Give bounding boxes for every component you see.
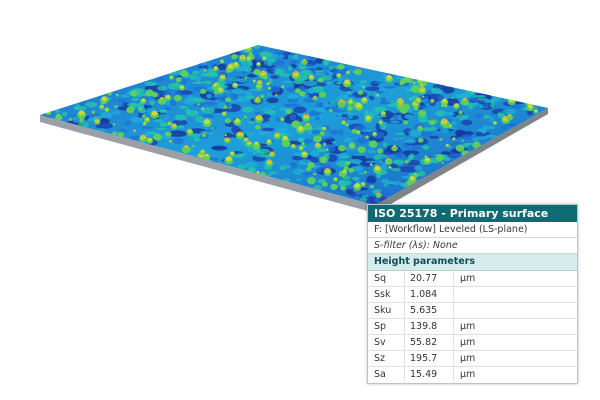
iso-parameters-panel: ISO 25178 - Primary surface F: [Workflow… [367, 204, 578, 384]
param-unit [454, 287, 577, 302]
param-unit [454, 303, 577, 318]
param-unit: µm [460, 353, 476, 364]
param-name: Sa [368, 367, 405, 382]
param-name: Sku [368, 303, 405, 318]
param-value: 1.084 [405, 287, 454, 302]
param-value: 5.635 [405, 303, 454, 318]
param-value: 55.82 [405, 335, 454, 350]
param-name: Sp [368, 319, 405, 334]
param-row: Sp 139.8 µm [368, 319, 577, 335]
param-name: Sv [368, 335, 405, 350]
s-filter-line: S-filter (λs): None [368, 238, 577, 254]
param-unit: µm [460, 369, 476, 380]
param-value: 20.77 [405, 271, 454, 286]
param-name: Sq [368, 271, 405, 286]
param-row: Ssk 1.084 [368, 287, 577, 303]
parameter-table: Sq 20.77 µm Ssk 1.084 Sku 5.635 Sp 139.8… [368, 271, 577, 382]
param-row: Sq 20.77 µm [368, 271, 577, 287]
param-unit: µm [460, 321, 476, 332]
param-value: 15.49 [405, 367, 454, 382]
panel-title: ISO 25178 - Primary surface [368, 205, 577, 222]
param-row: Sz 195.7 µm [368, 351, 577, 367]
filter-line: F: [Workflow] Leveled (LS-plane) [368, 222, 577, 238]
surface-view: ISO 25178 - Primary surface F: [Workflow… [0, 0, 600, 400]
param-row: Sku 5.635 [368, 303, 577, 319]
param-row: Sv 55.82 µm [368, 335, 577, 351]
param-unit: µm [460, 273, 476, 284]
param-name: Ssk [368, 287, 405, 302]
param-value: 139.8 [405, 319, 454, 334]
param-value: 195.7 [405, 351, 454, 366]
param-unit: µm [460, 337, 476, 348]
section-header: Height parameters [368, 254, 577, 271]
param-row: Sa 15.49 µm [368, 367, 577, 382]
param-name: Sz [368, 351, 405, 366]
